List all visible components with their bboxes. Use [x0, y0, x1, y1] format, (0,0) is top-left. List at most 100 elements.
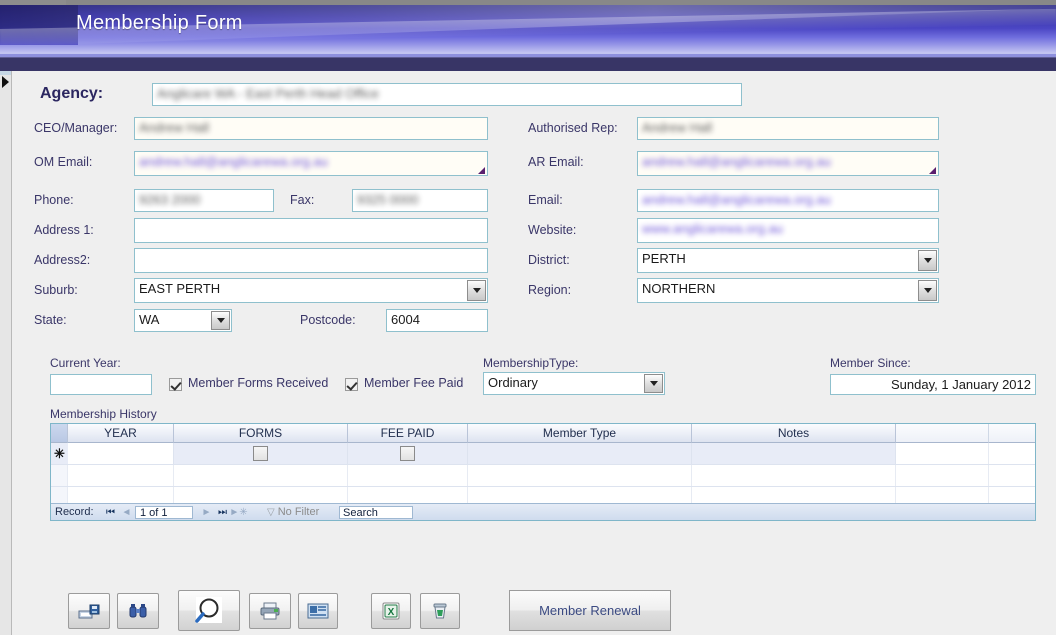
membership-type-combo[interactable]: Ordinary [483, 372, 665, 395]
authorised-rep-label: Authorised Rep: [528, 121, 618, 135]
website-value: www.anglicarewa.org.au [642, 221, 783, 237]
om-email-field[interactable]: andrew.hall@anglicarewa.org.au [134, 151, 488, 176]
current-year-field[interactable] [50, 374, 152, 395]
print-button[interactable] [249, 593, 291, 629]
filter-status[interactable]: ▽ No Filter [267, 506, 319, 518]
cell-notes[interactable] [692, 443, 896, 464]
suburb-dropdown-button[interactable] [467, 280, 486, 301]
record-navigation-bar[interactable]: Record: ⏮ ◄ 1 of 1 ► ⏭ ►✳ ▽ No Filter Se… [51, 503, 1035, 520]
grid-header-year[interactable]: YEAR [68, 424, 174, 443]
grid-header-filler-2 [989, 424, 1035, 443]
new-record-button[interactable]: ►✳ [231, 505, 246, 519]
address2-field[interactable] [134, 248, 488, 273]
om-email-resize-corner-icon[interactable] [478, 167, 485, 174]
empty-cell [989, 465, 1035, 486]
grid-select-all-header[interactable] [51, 424, 68, 443]
form-body: Agency: Anglicare WA - East Perth Head O… [12, 71, 1056, 635]
empty-cell [68, 465, 174, 486]
membership-history-caption: Membership History [50, 407, 157, 421]
cell-fee-paid-checkbox[interactable] [400, 446, 415, 461]
find-record-button[interactable] [117, 593, 159, 629]
previous-record-button[interactable]: ◄ [119, 505, 134, 519]
region-value: NORTHERN [642, 281, 715, 296]
phone-field[interactable]: 9263 2000 [134, 189, 274, 212]
postcode-value: 6004 [391, 312, 420, 327]
member-since-value: Sunday, 1 January 2012 [891, 377, 1031, 392]
member-fee-paid-checkbox[interactable] [345, 378, 358, 391]
grid-header-member-type[interactable]: Member Type [468, 424, 692, 443]
ar-email-resize-corner-icon[interactable] [929, 167, 936, 174]
membership-type-value: Ordinary [488, 375, 538, 390]
report-card-icon [307, 603, 329, 619]
excel-icon: X [381, 602, 401, 620]
member-since-label: Member Since: [830, 356, 911, 370]
record-position: 1 of 1 [135, 506, 193, 519]
chevron-down-icon [473, 288, 481, 293]
postcode-field[interactable]: 6004 [386, 309, 488, 332]
agency-field[interactable]: Anglicare WA - East Perth Head Office [152, 83, 742, 106]
region-dropdown-button[interactable] [918, 280, 937, 301]
suburb-combo[interactable]: EAST PERTH [134, 278, 488, 303]
cell-forms-checkbox[interactable] [253, 446, 268, 461]
form-header-banner: Membership Form [0, 5, 1056, 57]
district-combo[interactable]: PERTH [637, 248, 939, 273]
om-email-value: andrew.hall@anglicarewa.org.au [139, 154, 328, 170]
grid-header-filler-1 [896, 424, 989, 443]
current-year-label: Current Year: [50, 356, 121, 370]
website-field[interactable]: www.anglicarewa.org.au [637, 218, 939, 243]
cell-forms[interactable] [174, 443, 348, 464]
grid-header-notes[interactable]: Notes [692, 424, 896, 443]
member-renewal-button[interactable]: Member Renewal [509, 590, 671, 631]
membership-type-dropdown-button[interactable] [644, 374, 663, 393]
binoculars-icon [128, 603, 148, 619]
record-selector-gutter[interactable] [0, 71, 12, 635]
member-forms-received-label: Member Forms Received [188, 376, 328, 390]
navy-band-highlight [0, 57, 1056, 58]
ar-email-value: andrew.hall@anglicarewa.org.au [642, 154, 831, 170]
state-dropdown-button[interactable] [211, 311, 230, 330]
email-field[interactable]: andrew.hall@anglicarewa.org.au [637, 189, 939, 212]
member-forms-received-checkbox[interactable] [169, 378, 182, 391]
member-since-field[interactable]: Sunday, 1 January 2012 [830, 374, 1036, 395]
report-button[interactable] [298, 593, 338, 629]
grid-new-record-row[interactable]: ✳ [51, 443, 1035, 465]
chevron-down-icon [217, 318, 225, 323]
ar-email-field[interactable]: andrew.hall@anglicarewa.org.au [637, 151, 939, 176]
ceo-manager-label: CEO/Manager: [34, 121, 117, 135]
record-position-box[interactable]: 1 of 1 [135, 505, 193, 519]
empty-cell [692, 465, 896, 486]
grid-header-fee-paid[interactable]: FEE PAID [348, 424, 468, 443]
next-record-button[interactable]: ► [199, 505, 214, 519]
ceo-manager-field[interactable]: Andrew Hall [134, 117, 488, 140]
region-combo[interactable]: NORTHERN [637, 278, 939, 303]
phone-value: 9263 2000 [139, 192, 200, 208]
page-title: Membership Form [76, 12, 243, 35]
grid-search-input[interactable]: Search [339, 506, 413, 519]
trash-icon [431, 602, 449, 620]
cell-filler-1 [896, 443, 989, 464]
chevron-down-icon [924, 288, 932, 293]
cell-member-type[interactable] [468, 443, 692, 464]
fax-value: 9325 0000 [357, 192, 418, 208]
first-record-button[interactable]: ⏮ [103, 505, 118, 519]
authorised-rep-field[interactable]: Andrew Hall [637, 117, 939, 140]
record-selector-top-cell [0, 71, 11, 75]
email-value: andrew.hall@anglicarewa.org.au [642, 192, 831, 208]
cell-fee-paid[interactable] [348, 443, 468, 464]
address1-field[interactable] [134, 218, 488, 243]
preview-button[interactable] [178, 590, 240, 631]
membership-history-grid[interactable]: YEAR FORMS FEE PAID Member Type Notes ✳ [50, 423, 1036, 521]
district-value: PERTH [642, 251, 686, 266]
state-combo[interactable]: WA [134, 309, 232, 332]
cell-year[interactable] [68, 443, 174, 464]
last-record-button[interactable]: ⏭ [215, 505, 230, 519]
fax-label: Fax: [290, 193, 314, 207]
fax-field[interactable]: 9325 0000 [352, 189, 488, 212]
phone-label: Phone: [34, 193, 74, 207]
save-record-button[interactable] [68, 593, 110, 629]
magnifier-icon [189, 595, 229, 627]
export-excel-button[interactable]: X [371, 593, 411, 629]
district-dropdown-button[interactable] [918, 250, 937, 271]
delete-record-button[interactable] [420, 593, 460, 629]
grid-header-forms[interactable]: FORMS [174, 424, 348, 443]
